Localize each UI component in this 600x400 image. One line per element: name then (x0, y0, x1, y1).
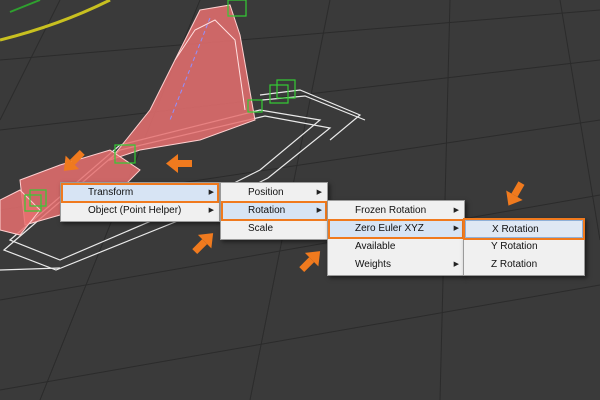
menu-item-y-rotation[interactable]: Y Rotation (465, 238, 583, 256)
submenu-arrow-icon: ▶ (453, 261, 459, 268)
menu-item-z-rotation[interactable]: Z Rotation (465, 256, 583, 274)
context-menu-rotation: Frozen Rotation ▶ Zero Euler XYZ ▶ Avail… (327, 200, 465, 276)
menu-item-frozen-rotation[interactable]: Frozen Rotation ▶ (329, 202, 463, 220)
menu-item-label: Zero Euler XYZ (355, 223, 424, 234)
menu-item-weights[interactable]: Weights ▶ (329, 256, 463, 274)
menu-item-label: Y Rotation (491, 241, 538, 252)
menu-item-label: Weights (355, 259, 391, 270)
menu-item-x-rotation[interactable]: X Rotation (463, 218, 585, 240)
viewport-3d[interactable]: Transform ▶ Object (Point Helper) ▶ Posi… (0, 0, 600, 400)
menu-item-label: Position (248, 187, 284, 198)
submenu-arrow-icon: ▶ (453, 225, 459, 232)
menu-item-available[interactable]: Available (329, 238, 463, 256)
menu-item-position[interactable]: Position ▶ (222, 184, 326, 202)
menu-item-zero-euler-xyz[interactable]: Zero Euler XYZ ▶ (328, 219, 464, 239)
context-menu-transform: Position ▶ Rotation ▶ Scale (220, 182, 328, 240)
menu-item-rotation[interactable]: Rotation ▶ (221, 201, 327, 221)
menu-item-transform[interactable]: Transform ▶ (61, 183, 219, 203)
green-path (9, 0, 41, 13)
menu-item-object-point-helper[interactable]: Object (Point Helper) ▶ (62, 202, 218, 220)
menu-item-label: Z Rotation (491, 259, 538, 270)
menu-item-label: X Rotation (492, 224, 539, 235)
submenu-arrow-icon: ▶ (316, 207, 322, 214)
menu-item-label: Rotation (248, 205, 286, 216)
menu-item-label: Frozen Rotation (355, 205, 427, 216)
spline-path[interactable] (0, 0, 111, 42)
submenu-arrow-icon: ▶ (208, 207, 214, 214)
submenu-arrow-icon: ▶ (208, 189, 214, 196)
context-menu-euler: X Rotation Y Rotation Z Rotation (463, 218, 585, 276)
menu-item-label: Available (355, 241, 396, 252)
menu-item-label: Transform (88, 187, 134, 198)
menu-item-label: Scale (248, 223, 274, 234)
menu-item-scale[interactable]: Scale (222, 220, 326, 238)
submenu-arrow-icon: ▶ (453, 207, 459, 214)
menu-item-label: Object (Point Helper) (88, 205, 182, 216)
submenu-arrow-icon: ▶ (316, 189, 322, 196)
context-menu-main: Transform ▶ Object (Point Helper) ▶ (60, 182, 220, 222)
